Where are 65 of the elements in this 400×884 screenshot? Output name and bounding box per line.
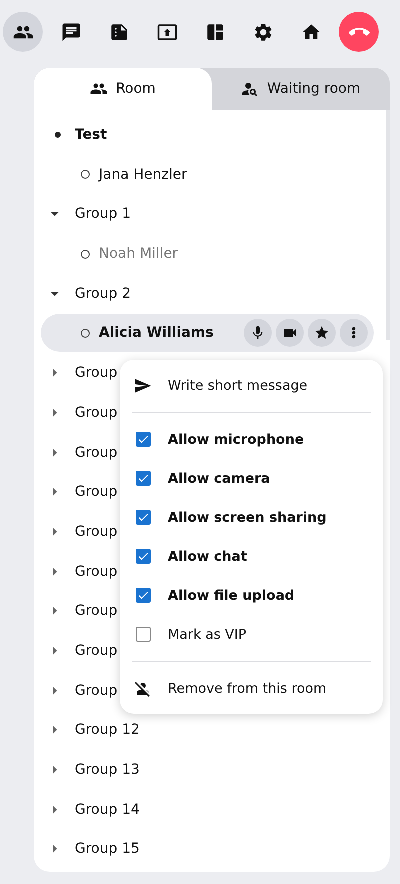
participant-row[interactable]: Noah Miller xyxy=(41,235,374,274)
group-name[interactable]: Group 13 xyxy=(75,762,140,778)
bullet-icon xyxy=(55,132,61,138)
menu-checkbox-item[interactable]: Allow chat xyxy=(120,537,383,576)
document-icon xyxy=(108,22,130,42)
menu-item-label: Write short message xyxy=(168,378,308,394)
dashboard-icon xyxy=(204,22,226,42)
menu-checkbox-item[interactable]: Allow microphone xyxy=(120,420,383,459)
person-search-icon xyxy=(241,80,260,98)
menu-checkbox-item[interactable]: Allow screen sharing xyxy=(120,498,383,537)
menu-checkbox-item[interactable]: Allow camera xyxy=(120,459,383,498)
checkbox-label: Allow screen sharing xyxy=(168,510,327,526)
person-off-icon xyxy=(134,680,152,698)
more-icon xyxy=(352,327,356,340)
checkbox[interactable] xyxy=(136,588,150,603)
participant-name: Jana Henzler xyxy=(99,166,188,183)
status-icon xyxy=(81,250,90,259)
group-name[interactable]: Group xyxy=(75,524,118,540)
group-name[interactable]: Group 15 xyxy=(75,841,140,858)
menu-checkbox-item[interactable]: Allow file upload xyxy=(120,576,383,615)
group-name[interactable]: Group xyxy=(75,642,118,659)
checkbox[interactable] xyxy=(136,549,150,564)
send-icon xyxy=(134,376,152,394)
group-name[interactable]: Group xyxy=(75,444,118,460)
checkbox-label: Mark as VIP xyxy=(168,626,247,642)
menu-item-label: Remove from this room xyxy=(168,680,327,696)
checkbox-label: Allow camera xyxy=(168,470,270,486)
group-name[interactable]: Group 2 xyxy=(75,286,131,302)
group-name[interactable]: Group 12 xyxy=(75,722,140,738)
checkbox-label: Allow microphone xyxy=(168,432,304,448)
group-name[interactable]: Group xyxy=(75,484,118,500)
group-name[interactable]: Group 1 xyxy=(75,206,131,222)
checkbox[interactable] xyxy=(136,471,150,486)
group-name[interactable]: Group xyxy=(75,365,118,382)
group-name[interactable]: Group xyxy=(75,603,118,620)
star-icon xyxy=(314,325,330,342)
more-button[interactable] xyxy=(340,319,368,348)
checkbox[interactable] xyxy=(136,627,150,642)
group-name[interactable]: Group xyxy=(75,682,118,699)
checkbox-label: Allow chat xyxy=(168,548,248,564)
star-button[interactable] xyxy=(308,319,336,348)
microphone-button[interactable] xyxy=(244,319,272,348)
tab[interactable]: Room xyxy=(34,68,212,110)
group-name[interactable]: Group xyxy=(75,404,118,421)
menu-item[interactable]: Remove from this room xyxy=(120,669,383,708)
chat-icon xyxy=(60,22,82,42)
participant-name: Noah Miller xyxy=(99,246,178,262)
checkbox[interactable] xyxy=(136,432,150,447)
menu-item[interactable]: Write short message xyxy=(120,366,383,405)
participant-name: Alicia Williams xyxy=(99,325,214,342)
hang-up-button[interactable] xyxy=(339,12,379,52)
selected-participant-row[interactable]: Alicia Williams xyxy=(41,314,374,352)
settings-icon xyxy=(252,22,274,42)
upload-icon xyxy=(156,22,178,42)
camera-button[interactable] xyxy=(276,319,304,348)
group-name[interactable]: Group 14 xyxy=(75,802,140,818)
status-icon xyxy=(81,328,90,338)
toolbar-button[interactable] xyxy=(3,12,43,52)
room-name[interactable]: Test xyxy=(75,127,108,143)
group-name[interactable]: Group xyxy=(75,564,118,580)
checkbox[interactable] xyxy=(136,510,150,525)
participant-row[interactable]: Jana Henzler xyxy=(41,156,374,194)
status-icon xyxy=(81,170,90,180)
menu-checkbox-item[interactable]: Mark as VIP xyxy=(120,615,383,654)
checkbox-label: Allow file upload xyxy=(168,588,295,604)
